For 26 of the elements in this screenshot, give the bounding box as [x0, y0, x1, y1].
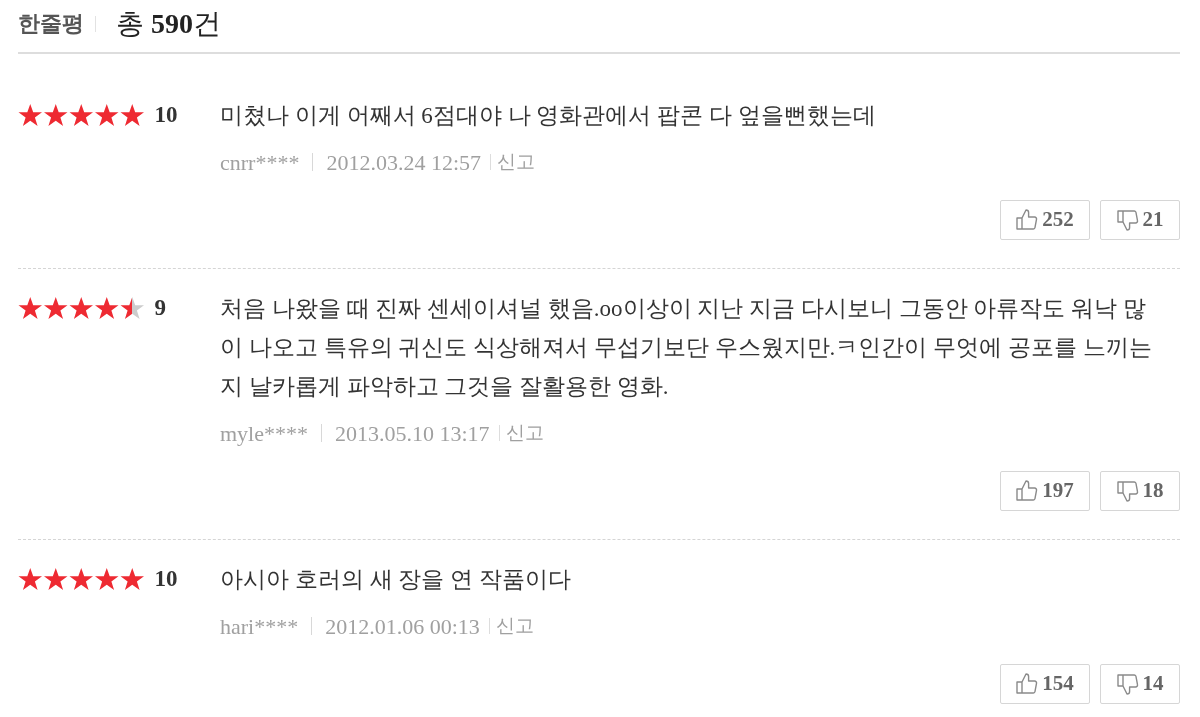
rating-score: 9	[154, 294, 166, 323]
username: myle****	[220, 419, 308, 448]
thumbs-up-icon	[1016, 673, 1039, 695]
dislike-button[interactable]: 14	[1100, 664, 1180, 704]
review-date: 2012.01.06 00:13	[325, 612, 480, 641]
rating-score: 10	[154, 565, 178, 594]
dislike-button[interactable]: 21	[1100, 200, 1180, 240]
thumbs-down-icon	[1116, 480, 1139, 502]
thumbs-down-icon	[1116, 209, 1139, 231]
review-date: 2013.05.10 13:17	[335, 419, 490, 448]
review-text: 아시아 호러의 새 장을 연 작품이다	[220, 566, 572, 594]
like-button[interactable]: 252	[1000, 200, 1090, 240]
review-count: 총 590건	[116, 10, 221, 38]
thumbs-down-icon	[1116, 673, 1139, 695]
username: cnrr****	[220, 148, 300, 177]
section-title: 한줄평	[18, 13, 84, 35]
rating-score: 10	[154, 101, 178, 130]
like-button[interactable]: 154	[1000, 664, 1090, 704]
review-date: 2012.03.24 12:57	[326, 148, 482, 177]
thumbs-up-icon	[1016, 209, 1039, 231]
review-text: 처음 나왔을 때 진짜 센세이셔널 했음.oo이상이 지난 지금 다시보니 그동안 아류작도 워낙 많이 나오고 특유의 귀신도 식상해져서 무섭기보단 우스웠지만.ㅋ인간이 무엇에 공포를 느끼는지 날카롭게 파악하고 그것을 잘활용한 영화.	[220, 295, 1153, 401]
like-button[interactable]: 197	[1000, 471, 1090, 511]
review-text: 미쳤나 이게 어째서 6점대야 나 영화관에서 팝콘 다 엎을뻔했는데	[220, 102, 877, 130]
thumbs-up-icon	[1016, 480, 1039, 502]
dislike-button[interactable]: 18	[1100, 471, 1180, 511]
username: hari****	[220, 612, 299, 641]
